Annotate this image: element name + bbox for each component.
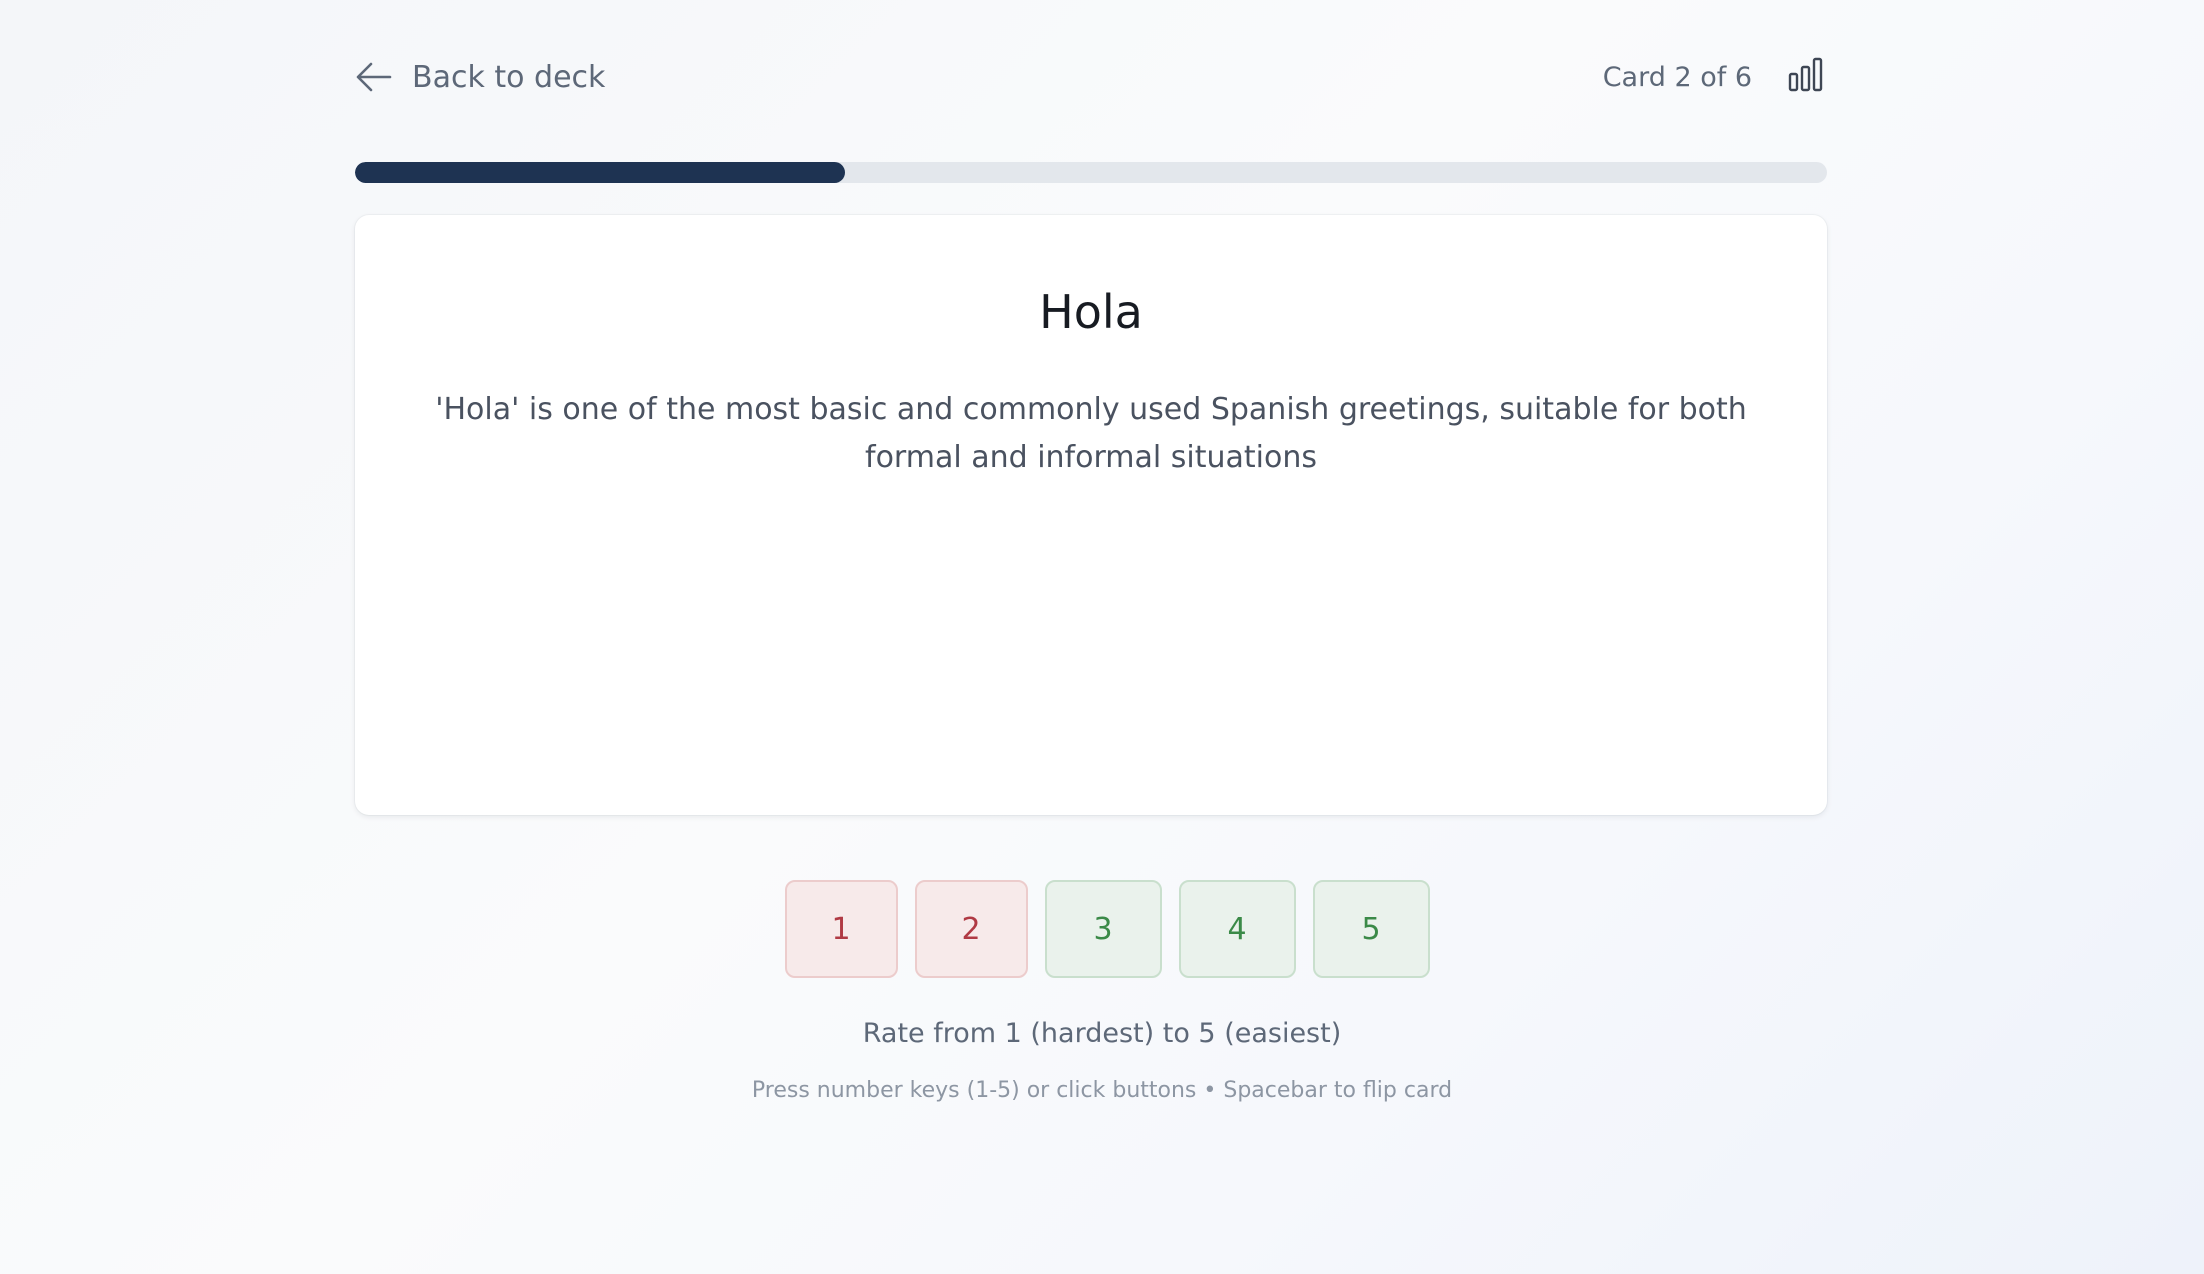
back-to-deck-label: Back to deck (412, 59, 606, 95)
flashcard[interactable]: Hola 'Hola' is one of the most basic and… (355, 215, 1827, 815)
keyboard-hint: Press number keys (1-5) or click buttons… (751, 1078, 1453, 1103)
rating-button-5[interactable]: 5 (1312, 880, 1430, 978)
rating-button-3[interactable]: 3 (1044, 880, 1162, 978)
card-term: Hola (1039, 285, 1143, 339)
arrow-left-icon (356, 61, 392, 93)
header-right: Card 2 of 6 (1603, 50, 1826, 104)
rating-button-1[interactable]: 1 (784, 880, 898, 978)
stats-button[interactable] (1786, 57, 1826, 97)
back-to-deck-link[interactable]: Back to deck (356, 50, 605, 104)
rating-buttons: 1 2 3 4 5 (0, 880, 2204, 978)
card-definition: 'Hola' is one of the most basic and comm… (435, 391, 1747, 475)
bar-chart-icon (1788, 57, 1824, 97)
rating-caption: Rate from 1 (hardest) to 5 (easiest) (862, 1018, 1342, 1049)
card-counter: Card 2 of 6 (1602, 61, 1752, 93)
rating-button-2[interactable]: 2 (914, 880, 1028, 978)
rating-button-4[interactable]: 4 (1178, 880, 1296, 978)
progress-bar (355, 162, 1827, 183)
progress-bar-fill (355, 162, 846, 183)
